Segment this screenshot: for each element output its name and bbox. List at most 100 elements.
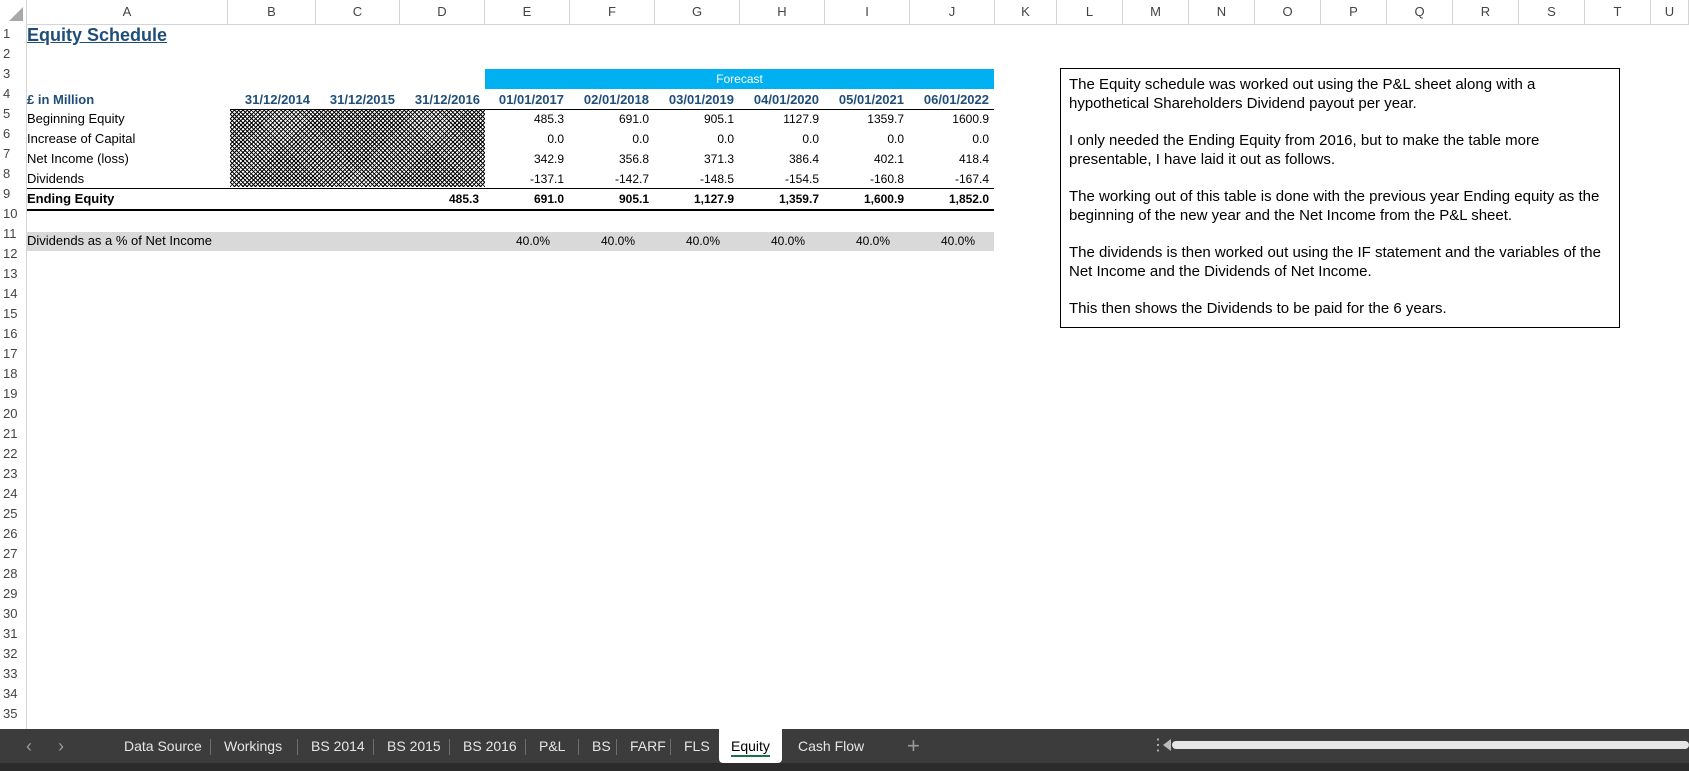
cell-increase-capital-5[interactable]: 0.0 bbox=[822, 132, 904, 146]
sheet-tab-bs-2014[interactable]: BS 2014 bbox=[299, 729, 377, 763]
row-header-25[interactable]: 25 bbox=[0, 504, 26, 524]
cell-net-income-4[interactable]: 386.4 bbox=[737, 152, 819, 166]
column-header-e[interactable]: E bbox=[485, 0, 570, 24]
column-header-c[interactable]: C bbox=[316, 0, 400, 24]
column-header-q[interactable]: Q bbox=[1387, 0, 1453, 24]
date-header-8[interactable]: 05/01/2021 bbox=[822, 92, 904, 107]
row-header-35[interactable]: 35 bbox=[0, 704, 26, 724]
add-sheet-button[interactable]: + bbox=[907, 729, 920, 763]
column-header-t[interactable]: T bbox=[1585, 0, 1651, 24]
cell-dividends-5[interactable]: -160.8 bbox=[822, 172, 904, 186]
horizontal-scrollbar[interactable] bbox=[1172, 741, 1689, 749]
sheet-tab-fls[interactable]: FLS bbox=[672, 729, 722, 763]
row-header-26[interactable]: 26 bbox=[0, 524, 26, 544]
sheet-tab-cash-flow[interactable]: Cash Flow bbox=[786, 729, 876, 763]
cell-increase-capital-3[interactable]: 0.0 bbox=[652, 132, 734, 146]
cell-dividends-6[interactable]: -167.4 bbox=[907, 172, 989, 186]
cell-net-income-2[interactable]: 356.8 bbox=[567, 152, 649, 166]
row-header-31[interactable]: 31 bbox=[0, 624, 26, 644]
column-header-l[interactable]: L bbox=[1057, 0, 1123, 24]
sheet-tab-p-l[interactable]: P&L bbox=[527, 729, 577, 763]
cell-net-income-3[interactable]: 371.3 bbox=[652, 152, 734, 166]
cell-div-pct-2[interactable]: 40.0% bbox=[565, 234, 635, 248]
ending-equity-2016[interactable]: 485.3 bbox=[427, 192, 479, 206]
row-header-22[interactable]: 22 bbox=[0, 444, 26, 464]
date-header-1[interactable]: 31/12/2014 bbox=[228, 92, 310, 107]
column-header-n[interactable]: N bbox=[1189, 0, 1255, 24]
sheet-tab-workings[interactable]: Workings bbox=[212, 729, 294, 763]
cell-net-income-1[interactable]: 342.9 bbox=[482, 152, 564, 166]
row-header-12[interactable]: 12 bbox=[0, 244, 26, 264]
cell-net-income-5[interactable]: 402.1 bbox=[822, 152, 904, 166]
row-header-3[interactable]: 3 bbox=[0, 64, 26, 84]
cell-div-pct-1[interactable]: 40.0% bbox=[480, 234, 550, 248]
row-header-23[interactable]: 23 bbox=[0, 464, 26, 484]
row-header-30[interactable]: 30 bbox=[0, 604, 26, 624]
date-header-5[interactable]: 02/01/2018 bbox=[567, 92, 649, 107]
column-header-s[interactable]: S bbox=[1519, 0, 1585, 24]
row-header-29[interactable]: 29 bbox=[0, 584, 26, 604]
row-header-14[interactable]: 14 bbox=[0, 284, 26, 304]
row-header-15[interactable]: 15 bbox=[0, 304, 26, 324]
scroll-left-icon[interactable] bbox=[1163, 739, 1171, 751]
cell-ending-equity-3[interactable]: 1,127.9 bbox=[652, 192, 734, 206]
sheet-tab-farf[interactable]: FARF bbox=[618, 729, 678, 763]
row-header-17[interactable]: 17 bbox=[0, 344, 26, 364]
date-header-4[interactable]: 01/01/2017 bbox=[482, 92, 564, 107]
tab-next-button[interactable]: › bbox=[58, 729, 64, 763]
column-header-f[interactable]: F bbox=[570, 0, 655, 24]
cell-ending-equity-5[interactable]: 1,600.9 bbox=[822, 192, 904, 206]
column-header-m[interactable]: M bbox=[1123, 0, 1189, 24]
column-header-d[interactable]: D bbox=[400, 0, 485, 24]
row-header-5[interactable]: 5 bbox=[0, 104, 26, 124]
cell-ending-equity-4[interactable]: 1,359.7 bbox=[737, 192, 819, 206]
sheet-tab-data-source[interactable]: Data Source bbox=[112, 729, 214, 763]
date-header-3[interactable]: 31/12/2016 bbox=[398, 92, 480, 107]
cell-increase-capital-1[interactable]: 0.0 bbox=[482, 132, 564, 146]
row-header-34[interactable]: 34 bbox=[0, 684, 26, 704]
column-header-r[interactable]: R bbox=[1453, 0, 1519, 24]
column-header-j[interactable]: J bbox=[910, 0, 995, 24]
row-header-33[interactable]: 33 bbox=[0, 664, 26, 684]
date-header-9[interactable]: 06/01/2022 bbox=[907, 92, 989, 107]
column-header-k[interactable]: K bbox=[995, 0, 1057, 24]
tab-prev-button[interactable]: ‹ bbox=[26, 729, 32, 763]
row-header-11[interactable]: 11 bbox=[0, 224, 26, 244]
cell-beginning-equity-3[interactable]: 905.1 bbox=[652, 112, 734, 126]
cell-beginning-equity-6[interactable]: 1600.9 bbox=[907, 112, 989, 126]
worksheet-grid[interactable]: Equity Schedule Forecast £ in Million 31… bbox=[27, 25, 1689, 729]
row-header-7[interactable]: 7 bbox=[0, 144, 26, 164]
row-header-1[interactable]: 1 bbox=[0, 24, 26, 44]
column-header-p[interactable]: P bbox=[1321, 0, 1387, 24]
column-header-o[interactable]: O bbox=[1255, 0, 1321, 24]
column-header-u[interactable]: U bbox=[1651, 0, 1689, 24]
cell-div-pct-3[interactable]: 40.0% bbox=[650, 234, 720, 248]
cell-div-pct-5[interactable]: 40.0% bbox=[820, 234, 890, 248]
cell-net-income-6[interactable]: 418.4 bbox=[907, 152, 989, 166]
cell-ending-equity-6[interactable]: 1,852.0 bbox=[907, 192, 989, 206]
notes-textbox[interactable]: The Equity schedule was worked out using… bbox=[1060, 68, 1620, 328]
row-header-24[interactable]: 24 bbox=[0, 484, 26, 504]
cell-div-pct-4[interactable]: 40.0% bbox=[735, 234, 805, 248]
cell-div-pct-6[interactable]: 40.0% bbox=[905, 234, 975, 248]
row-header-20[interactable]: 20 bbox=[0, 404, 26, 424]
row-header-19[interactable]: 19 bbox=[0, 384, 26, 404]
row-header-27[interactable]: 27 bbox=[0, 544, 26, 564]
cell-dividends-2[interactable]: -142.7 bbox=[567, 172, 649, 186]
cell-increase-capital-6[interactable]: 0.0 bbox=[907, 132, 989, 146]
row-header-18[interactable]: 18 bbox=[0, 364, 26, 384]
cell-dividends-3[interactable]: -148.5 bbox=[652, 172, 734, 186]
column-header-b[interactable]: B bbox=[228, 0, 316, 24]
row-header-4[interactable]: 4 bbox=[0, 84, 26, 104]
column-header-g[interactable]: G bbox=[655, 0, 740, 24]
row-header-21[interactable]: 21 bbox=[0, 424, 26, 444]
cell-ending-equity-1[interactable]: 691.0 bbox=[482, 192, 564, 206]
row-header-2[interactable]: 2 bbox=[0, 44, 26, 64]
cell-dividends-1[interactable]: -137.1 bbox=[482, 172, 564, 186]
cell-beginning-equity-1[interactable]: 485.3 bbox=[482, 112, 564, 126]
sheet-tab-bs-2016[interactable]: BS 2016 bbox=[451, 729, 529, 763]
sheet-tab-bs-2015[interactable]: BS 2015 bbox=[375, 729, 453, 763]
cell-increase-capital-4[interactable]: 0.0 bbox=[737, 132, 819, 146]
cell-beginning-equity-4[interactable]: 1127.9 bbox=[737, 112, 819, 126]
column-header-a[interactable]: A bbox=[27, 0, 228, 24]
